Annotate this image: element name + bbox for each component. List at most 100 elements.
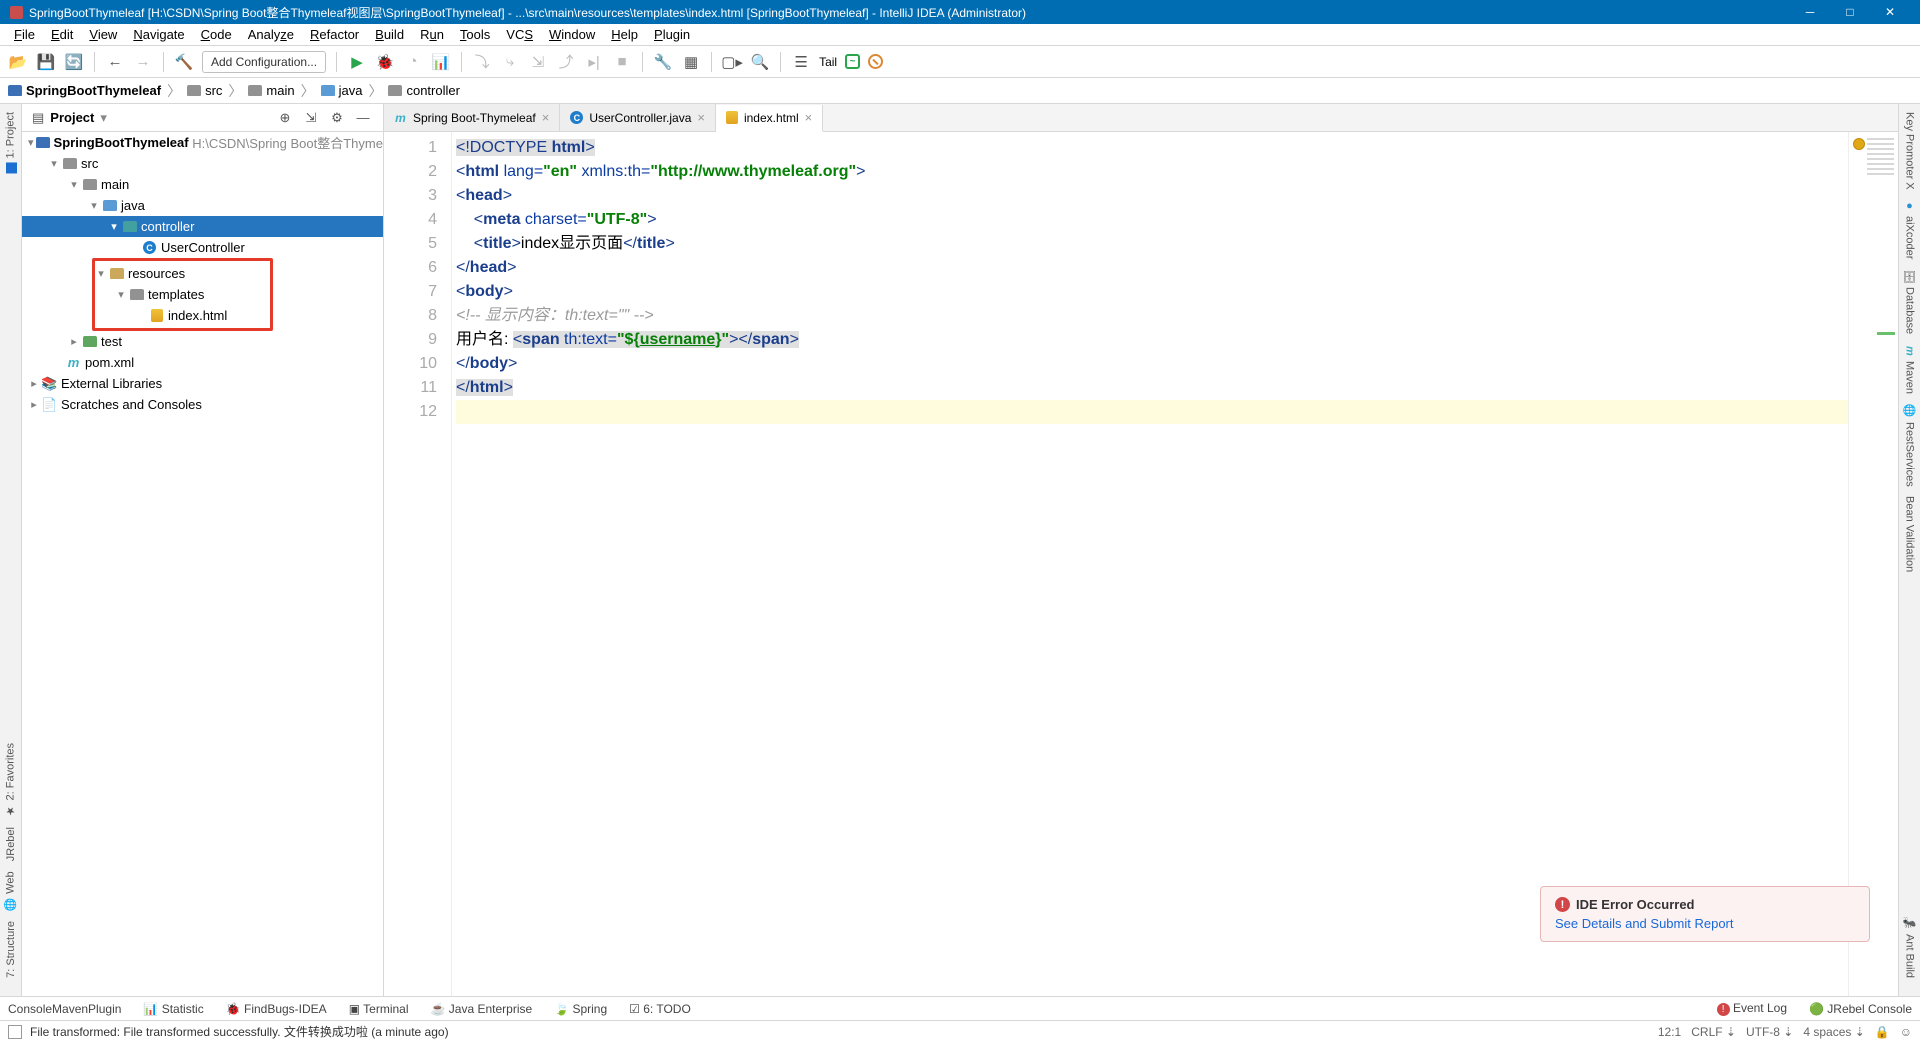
status-pos[interactable]: 12:1 <box>1658 1025 1681 1039</box>
menu-window[interactable]: Window <box>541 27 603 42</box>
tail-ok-icon[interactable]: ~ <box>845 54 860 69</box>
run-icon[interactable]: ▶ <box>347 52 367 72</box>
menu-run[interactable]: Run <box>412 27 452 42</box>
menu-analyze[interactable]: Analyze <box>240 27 302 42</box>
rs-database[interactable]: 🗄 Database <box>1903 269 1916 334</box>
editor[interactable]: 123456789101112 <!DOCTYPE html> <html la… <box>384 132 1898 996</box>
menu-code[interactable]: Code <box>193 27 240 42</box>
close-button[interactable]: ✕ <box>1870 0 1910 24</box>
code-area[interactable]: <!DOCTYPE html> <html lang="en" xmlns:th… <box>452 132 1848 996</box>
maximize-button[interactable]: □ <box>1830 0 1870 24</box>
status-smile-icon[interactable]: ☺ <box>1900 1025 1912 1039</box>
stepinto-icon[interactable]: ⤷ <box>500 52 520 72</box>
search-icon[interactable]: 🔍 <box>750 52 770 72</box>
bc-main[interactable]: main <box>248 83 294 98</box>
menu-plugin[interactable]: Plugin <box>646 27 698 42</box>
rs-ant[interactable]: 🐜 Ant Build <box>1903 917 1916 978</box>
rs-keypromoter[interactable]: Key Promoter X <box>1904 112 1916 190</box>
bc-controller[interactable]: controller <box>388 83 459 98</box>
close-icon[interactable]: × <box>542 110 550 125</box>
menu-view[interactable]: View <box>81 27 125 42</box>
stepout-icon[interactable]: ⤴ <box>556 52 576 72</box>
stepover-icon[interactable]: ⤵ <box>472 52 492 72</box>
structure-icon[interactable]: ▦ <box>681 52 701 72</box>
save-icon[interactable]: 💾 <box>36 52 56 72</box>
locate-icon[interactable]: ⊕ <box>275 108 295 128</box>
status-box-icon[interactable] <box>8 1025 22 1039</box>
open-icon[interactable]: 📂 <box>8 52 28 72</box>
bt-findbugs[interactable]: 🐞 FindBugs-IDEA <box>226 1002 327 1016</box>
menu-build[interactable]: Build <box>367 27 412 42</box>
bt-statistic[interactable]: 📊 Statistic <box>143 1002 203 1016</box>
wrench-icon[interactable]: 🔧 <box>653 52 673 72</box>
forcestep-icon[interactable]: ⇲ <box>528 52 548 72</box>
menu-file[interactable]: File <box>6 27 43 42</box>
tree-java[interactable]: ▾java <box>22 195 383 216</box>
bt-jrebel[interactable]: 🟢 JRebel Console <box>1809 1002 1912 1016</box>
back-icon[interactable]: ← <box>105 52 125 72</box>
stop-icon[interactable]: ■ <box>612 52 632 72</box>
menu-help[interactable]: Help <box>603 27 646 42</box>
status-crlf[interactable]: CRLF ⇣ <box>1691 1025 1736 1039</box>
collapse-icon[interactable]: ⇲ <box>301 108 321 128</box>
tree-usercontroller[interactable]: CUserController <box>22 237 383 258</box>
bc-root[interactable]: SpringBootThymeleaf <box>8 83 161 98</box>
tab-springboot[interactable]: mSpring Boot-Thymeleaf× <box>384 104 560 131</box>
forward-icon[interactable]: → <box>133 52 153 72</box>
rs-rest[interactable]: 🌐 RestServices <box>1903 404 1916 486</box>
sidebar-web[interactable]: 🌐 Web <box>4 871 17 911</box>
coverage-icon[interactable]: ◔ <box>403 52 423 72</box>
minimap[interactable] <box>1848 132 1898 996</box>
build-icon[interactable]: 🔨 <box>174 52 194 72</box>
bt-console[interactable]: ConsoleMavenPlugin <box>8 1002 121 1016</box>
rs-maven[interactable]: mMaven <box>1903 344 1916 394</box>
tree-scratches[interactable]: ▸📄Scratches and Consoles <box>22 394 383 415</box>
presentation-icon[interactable]: ▢▸ <box>722 52 742 72</box>
lock-icon[interactable]: 🔒 <box>1875 1025 1890 1039</box>
profile-icon[interactable]: 📊 <box>431 52 451 72</box>
tree-src[interactable]: ▾src <box>22 153 383 174</box>
sidebar-favorites[interactable]: ★ 2: Favorites <box>4 743 17 817</box>
bc-java[interactable]: java <box>321 83 363 98</box>
tree-test[interactable]: ▸test <box>22 331 383 352</box>
bt-spring[interactable]: 🍃 Spring <box>554 1002 607 1016</box>
sync-icon[interactable]: 🔄 <box>64 52 84 72</box>
bt-javaee[interactable]: ☕ Java Enterprise <box>431 1002 533 1016</box>
menu-vcs[interactable]: VCS <box>498 27 541 42</box>
run-config-combo[interactable]: Add Configuration... <box>202 51 326 73</box>
tree-controller[interactable]: ▾controller <box>22 216 383 237</box>
bt-eventlog[interactable]: ! Event Log <box>1717 1001 1787 1016</box>
bc-src[interactable]: src <box>187 83 222 98</box>
minimize-button[interactable]: ─ <box>1790 0 1830 24</box>
menu-navigate[interactable]: Navigate <box>125 27 192 42</box>
debug-icon[interactable]: 🐞 <box>375 52 395 72</box>
status-indent[interactable]: 4 spaces ⇣ <box>1803 1025 1864 1039</box>
filter-icon[interactable]: ☰ <box>791 52 811 72</box>
menu-edit[interactable]: Edit <box>43 27 81 42</box>
sidebar-structure[interactable]: 7: Structure <box>5 921 17 978</box>
tab-usercontroller[interactable]: CUserController.java× <box>560 104 716 131</box>
menu-tools[interactable]: Tools <box>452 27 498 42</box>
sidebar-jrebel[interactable]: JRebel <box>5 827 17 861</box>
runto-icon[interactable]: ▸| <box>584 52 604 72</box>
tree-templates[interactable]: ▾templates <box>95 284 270 305</box>
tree-pom[interactable]: mpom.xml <box>22 352 383 373</box>
noentry-icon[interactable] <box>868 54 883 69</box>
close-icon[interactable]: × <box>697 110 705 125</box>
tree-extlib[interactable]: ▸📚External Libraries <box>22 373 383 394</box>
gear-icon[interactable]: ⚙ <box>327 108 347 128</box>
status-enc[interactable]: UTF-8 ⇣ <box>1746 1025 1793 1039</box>
hide-icon[interactable]: — <box>353 108 373 128</box>
tree-main[interactable]: ▾main <box>22 174 383 195</box>
rs-aixcoder[interactable]: ●aiXcoder <box>1904 200 1916 259</box>
close-icon[interactable]: × <box>805 110 813 125</box>
error-link[interactable]: See Details and Submit Report <box>1555 916 1855 931</box>
tree-resources[interactable]: ▾resources <box>95 263 270 284</box>
sidebar-project[interactable]: 1: Project <box>4 112 17 173</box>
menu-refactor[interactable]: Refactor <box>302 27 367 42</box>
tab-indexhtml[interactable]: index.html× <box>716 105 823 132</box>
bt-terminal[interactable]: ▣ Terminal <box>349 1002 409 1016</box>
bt-todo[interactable]: ☑ 6: TODO <box>629 1002 691 1016</box>
tree-root[interactable]: ▾SpringBootThymeleaf H:\CSDN\Spring Boot… <box>22 132 383 153</box>
tree-indexhtml[interactable]: index.html <box>95 305 270 326</box>
